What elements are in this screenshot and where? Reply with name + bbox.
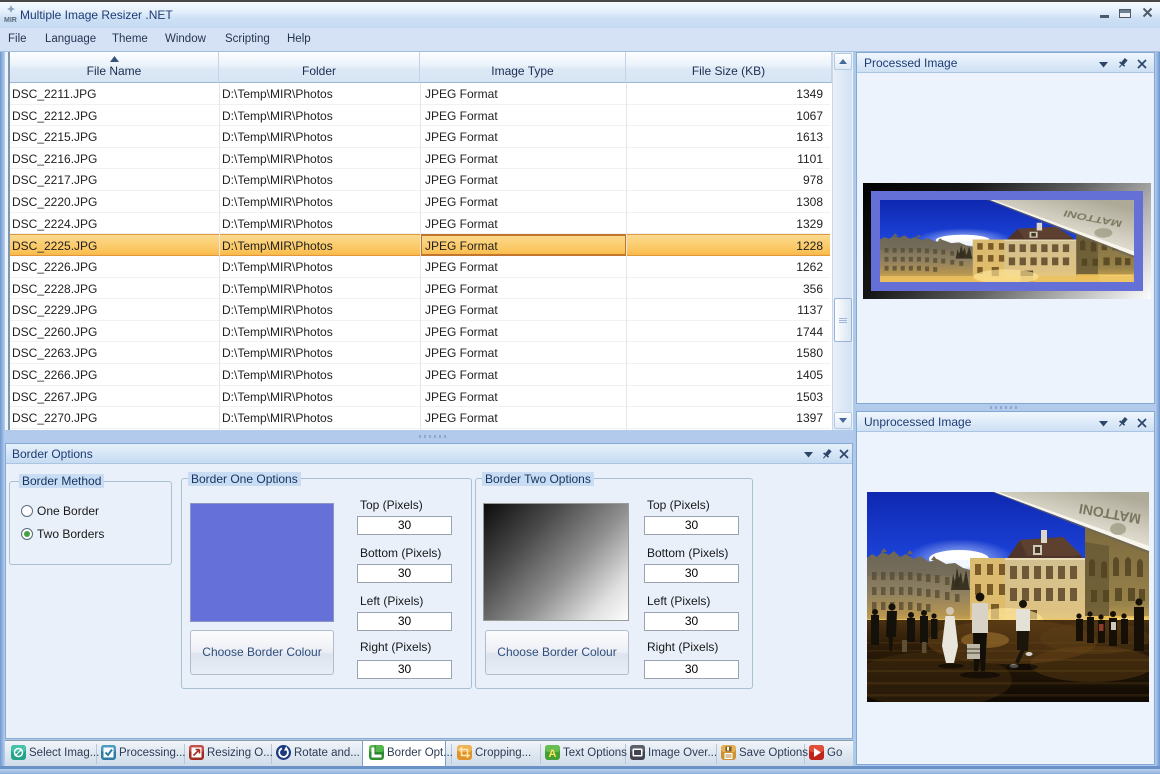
svg-text:MIR: MIR: [4, 17, 17, 24]
svg-text:A: A: [549, 748, 557, 760]
